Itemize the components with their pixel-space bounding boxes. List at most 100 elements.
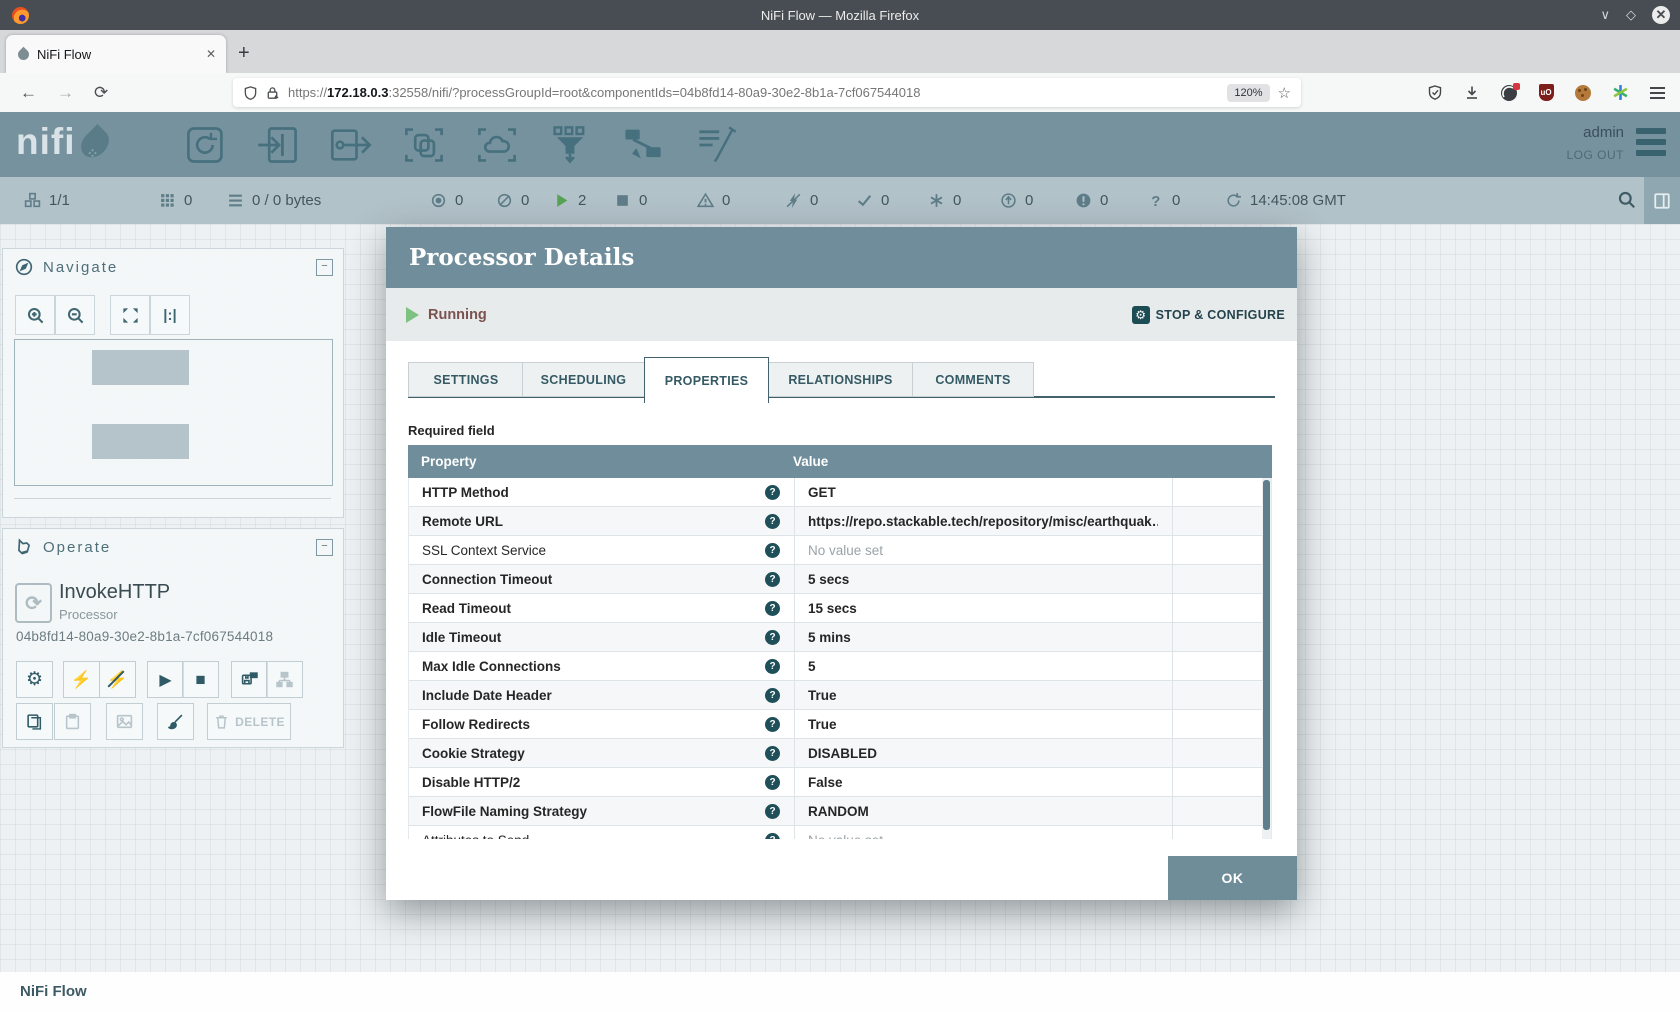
scrollbar-thumb[interactable] [1263, 480, 1270, 830]
tab-settings[interactable]: SETTINGS [408, 362, 524, 397]
funnel-icon[interactable] [546, 122, 594, 168]
property-value[interactable]: No value set [808, 543, 883, 558]
forward-button[interactable]: → [57, 83, 74, 103]
window-maximize-button[interactable]: ◇ [1626, 7, 1636, 23]
property-value[interactable]: GET [808, 485, 836, 500]
cookie-extension-icon[interactable] [1574, 84, 1592, 102]
downloads-icon[interactable] [1463, 84, 1481, 102]
property-help-icon[interactable]: ? [765, 630, 780, 645]
property-help-icon[interactable]: ? [765, 514, 780, 529]
property-help-icon[interactable]: ? [765, 601, 780, 616]
stop-and-configure-button[interactable]: ⚙ STOP & CONFIGURE [1132, 306, 1285, 324]
property-help-icon[interactable]: ? [765, 746, 780, 761]
input-port-icon[interactable] [254, 122, 302, 168]
remote-process-group-icon[interactable] [473, 122, 521, 168]
property-row[interactable]: HTTP Method?GET [409, 478, 1271, 507]
property-value[interactable]: https://repo.stackable.tech/repository/m… [808, 514, 1158, 529]
disable-button[interactable]: ⚡ [99, 661, 136, 698]
property-value[interactable]: False [808, 775, 843, 790]
property-help-icon[interactable]: ? [765, 659, 780, 674]
property-value[interactable]: True [808, 717, 837, 732]
tab-relationships[interactable]: RELATIONSHIPS [768, 362, 913, 397]
back-button[interactable]: ← [20, 83, 37, 103]
global-menu-icon[interactable] [1636, 128, 1666, 156]
enable-button[interactable]: ⚡ [63, 661, 100, 698]
reload-button[interactable]: ⟳ [94, 83, 108, 103]
property-value[interactable]: DISABLED [808, 746, 877, 761]
table-scrollbar[interactable] [1262, 478, 1271, 839]
url-bar[interactable]: https://172.18.0.3:32558/nifi/?processGr… [233, 78, 1301, 107]
property-row[interactable]: Read Timeout?15 secs [409, 594, 1271, 623]
zoom-level-badge[interactable]: 120% [1227, 84, 1269, 102]
property-help-icon[interactable]: ? [765, 543, 780, 558]
operate-collapse-button[interactable]: − [316, 539, 333, 556]
property-help-icon[interactable]: ? [765, 804, 780, 819]
window-minimize-button[interactable]: ∨ [1600, 7, 1610, 23]
process-group-icon[interactable] [400, 122, 448, 168]
property-value[interactable]: 15 secs [808, 601, 857, 616]
property-row[interactable]: Connection Timeout?5 secs [409, 565, 1271, 594]
pocket-shield-icon[interactable] [1426, 84, 1444, 102]
menu-hamburger-icon[interactable] [1648, 84, 1666, 102]
bookmark-star-icon[interactable]: ☆ [1278, 84, 1291, 102]
property-row[interactable]: FlowFile Naming Strategy?RANDOM [409, 797, 1271, 826]
selected-component-id[interactable]: 04b8fd14-80a9-30e2-8b1a-7cf067544018 [16, 629, 273, 644]
breadcrumb[interactable]: NiFi Flow [20, 983, 87, 1000]
navigate-collapse-button[interactable]: − [316, 259, 333, 276]
window-close-button[interactable]: ✕ [1652, 6, 1670, 24]
property-row[interactable]: Include Date Header?True [409, 681, 1271, 710]
property-help-icon[interactable]: ? [765, 688, 780, 703]
property-help-icon[interactable]: ? [765, 717, 780, 732]
property-value[interactable]: RANDOM [808, 804, 869, 819]
zoom-fit-button[interactable] [110, 295, 150, 335]
birdseye-toggle-icon[interactable] [1644, 177, 1680, 224]
property-row[interactable]: Max Idle Connections?5 [409, 652, 1271, 681]
property-row[interactable]: Idle Timeout?5 mins [409, 623, 1271, 652]
property-value[interactable]: 5 mins [808, 630, 851, 645]
brush-button[interactable] [157, 703, 194, 740]
property-row[interactable]: Cookie Strategy?DISABLED [409, 739, 1271, 768]
template-icon[interactable] [619, 122, 667, 168]
property-value[interactable]: 5 secs [808, 572, 849, 587]
property-value[interactable]: 5 [808, 659, 816, 674]
label-icon[interactable] [693, 122, 741, 168]
property-row[interactable]: SSL Context Service?No value set [409, 536, 1271, 565]
property-help-icon[interactable]: ? [765, 485, 780, 500]
property-value[interactable]: True [808, 688, 837, 703]
zoom-out-button[interactable] [55, 295, 95, 335]
property-row[interactable]: Attributes to Send?No value set [409, 826, 1271, 839]
property-row[interactable]: Follow Redirects?True [409, 710, 1271, 739]
birdseye-map[interactable] [14, 339, 333, 486]
configure-button[interactable]: ⚙ [16, 661, 53, 698]
property-row[interactable]: Disable HTTP/2?False [409, 768, 1271, 797]
tab-comments[interactable]: COMMENTS [912, 362, 1034, 397]
property-help-icon[interactable]: ? [765, 775, 780, 790]
property-row[interactable]: Remote URL?https://repo.stackable.tech/r… [409, 507, 1271, 536]
browser-tab[interactable]: NiFi Flow ✕ [6, 35, 226, 73]
tracking-shield-icon[interactable] [243, 85, 258, 101]
pinwheel-extension-icon[interactable] [1611, 84, 1629, 102]
zoom-actual-button[interactable]: |:| [150, 295, 190, 335]
property-row-extra-cell [1172, 710, 1265, 738]
property-help-icon[interactable]: ? [765, 572, 780, 587]
ublock-icon[interactable]: uO [1537, 84, 1555, 102]
create-template-button[interactable] [231, 661, 268, 698]
tab-scheduling[interactable]: SCHEDULING [522, 362, 645, 397]
extension-privacy-icon[interactable] [1500, 84, 1518, 102]
lock-warning-icon[interactable] [265, 85, 280, 101]
tab-properties[interactable]: PROPERTIES [644, 357, 769, 403]
search-icon[interactable] [1617, 190, 1636, 209]
logout-button[interactable]: LOG OUT [1566, 148, 1624, 162]
property-help-icon[interactable]: ? [765, 833, 780, 840]
zoom-in-button[interactable] [15, 295, 55, 335]
property-value[interactable]: No value set [808, 833, 883, 840]
start-button[interactable]: ▶ [147, 661, 184, 698]
processor-icon[interactable] [182, 122, 230, 168]
property-row-extra-cell [1172, 623, 1265, 651]
tab-close-icon[interactable]: ✕ [206, 47, 216, 61]
output-port-icon[interactable] [327, 122, 375, 168]
stop-button[interactable]: ■ [182, 661, 219, 698]
copy-button[interactable] [16, 703, 53, 740]
new-tab-button[interactable]: + [238, 40, 250, 66]
ok-button[interactable]: OK [1168, 856, 1297, 900]
